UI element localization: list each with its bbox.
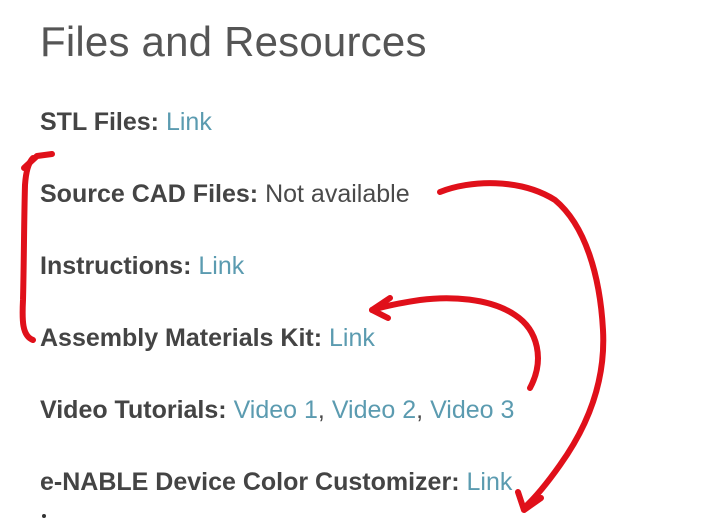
- source-cad-status: Not available: [265, 180, 410, 208]
- annotation-arrowhead-stl: [21, 151, 55, 171]
- resource-label: Instructions:: [40, 252, 192, 280]
- resource-label: Video Tutorials:: [40, 396, 227, 424]
- video-2-link[interactable]: Video 2: [332, 396, 416, 424]
- annotation-arrow-cad-to-customizer: [437, 180, 607, 511]
- resource-row-video-tutorials: Video Tutorials: Video 1, Video 2, Video…: [40, 394, 514, 426]
- bullet-dot: [42, 514, 46, 518]
- video-3-link[interactable]: Video 3: [430, 396, 514, 424]
- resource-label: Source CAD Files:: [40, 180, 259, 208]
- resource-row-color-customizer: e-NABLE Device Color Customizer: Link: [40, 466, 512, 498]
- resource-label: Assembly Materials Kit:: [40, 324, 323, 352]
- page-title: Files and Resources: [40, 18, 427, 65]
- video-1-link[interactable]: Video 1: [234, 396, 318, 424]
- separator: ,: [416, 396, 431, 424]
- separator: ,: [317, 396, 332, 424]
- color-customizer-link[interactable]: Link: [466, 468, 512, 496]
- resource-row-source-cad-files: Source CAD Files: Not available: [40, 178, 410, 210]
- resource-label: e-NABLE Device Color Customizer:: [40, 468, 460, 496]
- assembly-materials-kit-link[interactable]: Link: [329, 324, 375, 352]
- annotation-arrowhead-customizer: [515, 489, 544, 513]
- annotation-arrow-video-to-assembly: [369, 295, 541, 391]
- annotation-arrow-assembly-to-stl: [19, 155, 36, 343]
- resource-row-instructions: Instructions: Link: [40, 250, 244, 282]
- resource-row-assembly-materials-kit: Assembly Materials Kit: Link: [40, 322, 375, 354]
- instructions-link[interactable]: Link: [198, 252, 244, 280]
- stl-files-link[interactable]: Link: [166, 108, 212, 136]
- annotation-arrowhead-assembly: [369, 295, 393, 321]
- resource-label: STL Files:: [40, 108, 160, 136]
- resource-row-stl-files: STL Files: Link: [40, 106, 212, 138]
